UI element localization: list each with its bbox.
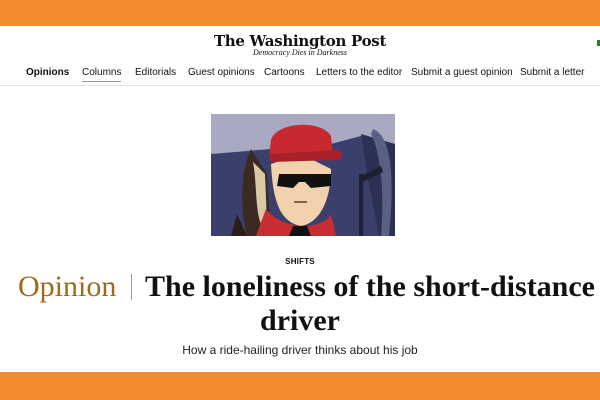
nav-cartoons[interactable]: Cartoons bbox=[264, 67, 305, 78]
section-nav: Opinions Columns Editorials Guest opinio… bbox=[0, 62, 600, 86]
headline-line-1: The loneliness of the short-distance bbox=[145, 270, 595, 303]
article-kicker[interactable]: SHIFTS bbox=[0, 257, 600, 266]
nav-letters-to-the-editor[interactable]: Letters to the editor bbox=[316, 67, 402, 78]
article-dek: How a ride-hailing driver thinks about h… bbox=[182, 343, 418, 357]
opinion-label: Opinion bbox=[18, 270, 117, 303]
nav-opinions[interactable]: Opinions bbox=[26, 67, 69, 78]
hero-illustration bbox=[211, 114, 395, 236]
headline-divider bbox=[131, 274, 132, 300]
nav-submit-letter[interactable]: Submit a letter bbox=[520, 67, 584, 78]
driver-illustration bbox=[211, 114, 395, 236]
nav-guest-opinions[interactable]: Guest opinions bbox=[188, 67, 255, 78]
masthead: The Washington Post Democracy Dies in Da… bbox=[0, 26, 600, 62]
bottom-orange-band bbox=[0, 372, 600, 400]
top-orange-band bbox=[0, 0, 600, 26]
nav-editorials[interactable]: Editorials bbox=[135, 67, 176, 78]
nav-submit-guest-opinion[interactable]: Submit a guest opinion bbox=[411, 67, 513, 78]
nav-columns[interactable]: Columns bbox=[82, 67, 122, 82]
tagline: Democracy Dies in Darkness bbox=[253, 48, 347, 57]
headline-line-2: driver bbox=[260, 304, 340, 337]
